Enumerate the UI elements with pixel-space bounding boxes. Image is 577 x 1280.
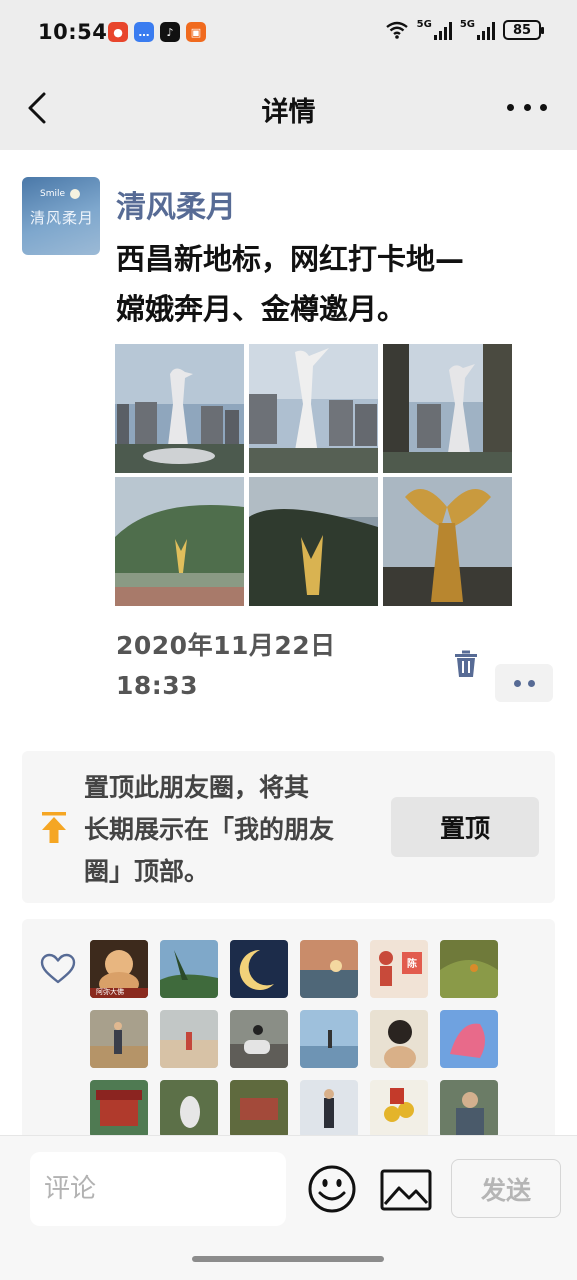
status-time: 10:54 (38, 20, 108, 44)
page-title: 详情 (261, 97, 316, 128)
liker-avatar[interactable] (230, 1080, 288, 1138)
pin-text-line: 置顶此朋友圈，将其 (84, 773, 310, 802)
home-indicator[interactable] (192, 1256, 384, 1262)
signal-1: 5G (417, 20, 452, 40)
liker-avatar[interactable] (300, 1080, 358, 1138)
pin-button[interactable]: 置顶 (391, 797, 539, 857)
liker-avatar[interactable] (300, 940, 358, 998)
pin-text-line: 长期展示在「我的朋友 (84, 815, 335, 844)
post-date-line: 2020年11月22日 (116, 631, 336, 660)
post-photo[interactable] (383, 477, 512, 606)
avatar-small-text: Smile (40, 189, 66, 199)
send-button[interactable]: 发送 (451, 1159, 561, 1218)
signal-2: 5G (460, 20, 495, 40)
post-photo[interactable] (115, 477, 244, 606)
liker-avatar[interactable]: 陈 (370, 940, 428, 998)
more-horizontal-icon (507, 103, 514, 111)
post-date: 2020年11月22日 18:33 (116, 626, 336, 706)
liker-avatar[interactable] (160, 940, 218, 998)
post-photo[interactable] (249, 477, 378, 606)
pin-text-line: 圈」顶部。 (84, 857, 210, 886)
trash-icon (455, 650, 477, 677)
moon-icon (70, 189, 80, 199)
dot-icon (513, 679, 521, 687)
pin-card: 置顶此朋友圈，将其 长期展示在「我的朋友 圈」顶部。 置顶 (22, 751, 555, 903)
status-bar: 10:54 ● … ♪ ▣ 5G 5G 85 (0, 0, 577, 70)
avatar-badge-text: 阿弥大佛 (96, 988, 124, 996)
liker-avatar[interactable] (440, 1010, 498, 1068)
author-name[interactable]: 清风柔月 (116, 182, 236, 226)
avatar-badge-text: 陈 (407, 959, 417, 970)
battery-icon: 85 (503, 20, 544, 40)
network-label-2: 5G (459, 19, 475, 30)
post-text: 西昌新地标，网红打卡地— 嫦娥奔月、金樽邀月。 (116, 234, 556, 334)
comment-bar: 发送 (0, 1135, 577, 1280)
liker-avatar[interactable] (370, 1010, 428, 1068)
post-text-line: 西昌新地标，网红打卡地— (116, 242, 465, 276)
wifi-icon (385, 21, 408, 39)
message-app-icon: … (134, 22, 154, 42)
image-icon (380, 1169, 432, 1211)
liker-avatar[interactable] (230, 940, 288, 998)
comment-menu-button[interactable] (495, 664, 553, 702)
liker-avatar[interactable] (90, 1080, 148, 1138)
photo-grid (115, 344, 513, 606)
comment-input[interactable] (30, 1152, 286, 1226)
liker-avatar[interactable] (440, 1080, 498, 1138)
liker-avatar[interactable] (300, 1010, 358, 1068)
emoji-icon (308, 1165, 356, 1213)
network-label-1: 5G (416, 19, 432, 30)
pin-description: 置顶此朋友圈，将其 长期展示在「我的朋友 圈」顶部。 (84, 767, 384, 893)
post-time-line: 18:33 (116, 671, 199, 700)
tiktok-icon: ♪ (160, 22, 180, 42)
heart-icon (40, 953, 76, 984)
signal-bars-icon (477, 20, 495, 40)
post-text-line: 嫦娥奔月、金樽邀月。 (116, 292, 407, 326)
likes-card: 阿弥大佛 陈 (22, 919, 555, 1159)
more-button[interactable] (507, 92, 547, 122)
avatar-text: 清风柔月 (30, 209, 95, 227)
post-photo[interactable] (383, 344, 512, 473)
liker-avatar[interactable] (440, 940, 498, 998)
signal-bars-icon (433, 20, 452, 40)
liker-avatar[interactable] (160, 1010, 218, 1068)
battery-level: 85 (512, 22, 532, 38)
liker-avatar[interactable] (90, 1010, 148, 1068)
post-photo[interactable] (115, 344, 244, 473)
red-app-icon: ● (108, 22, 128, 42)
dot-icon (527, 679, 535, 687)
pin-top-icon (42, 812, 66, 843)
liker-avatar[interactable] (160, 1080, 218, 1138)
status-app-icons: ● … ♪ ▣ (108, 22, 206, 42)
image-button[interactable] (380, 1168, 432, 1212)
liker-avatar[interactable] (230, 1010, 288, 1068)
liker-avatar[interactable]: 阿弥大佛 (90, 940, 148, 998)
author-avatar[interactable]: Smile 清风柔月 (22, 177, 100, 255)
status-right: 5G 5G 85 (385, 20, 544, 40)
post-photo[interactable] (249, 344, 378, 473)
title-bar: 详情 (0, 70, 577, 150)
liker-avatar[interactable] (370, 1080, 428, 1138)
delete-button[interactable] (454, 650, 478, 678)
emoji-button[interactable] (307, 1164, 357, 1214)
orange-app-icon: ▣ (186, 22, 206, 42)
